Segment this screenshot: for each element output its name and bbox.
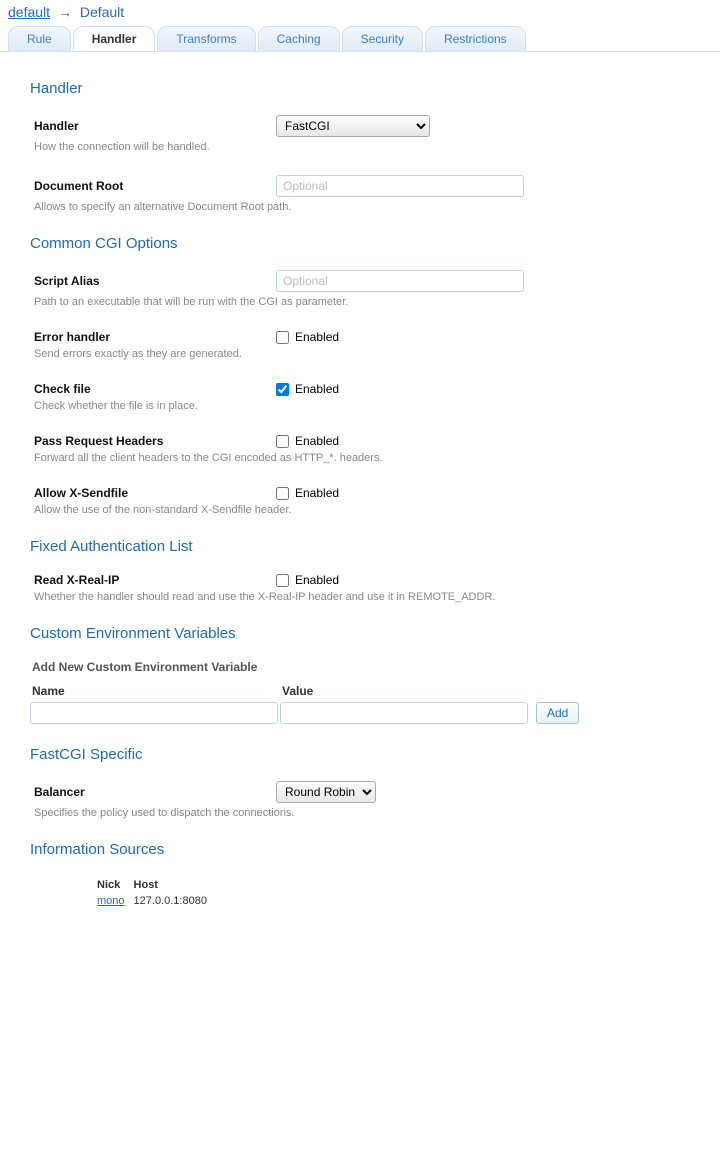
errorhandler-label: Error handler (30, 330, 276, 344)
scriptalias-label: Script Alias (30, 274, 276, 288)
xrealip-label: Read X-Real-IP (30, 573, 276, 587)
tab-caching[interactable]: Caching (258, 26, 340, 51)
tab-transforms[interactable]: Transforms (157, 26, 255, 51)
host-header: Host (133, 878, 213, 892)
docroot-help: Allows to specify an alternative Documen… (30, 201, 706, 213)
xsend-label: Allow X-Sendfile (30, 486, 276, 500)
checkfile-checkbox[interactable] (276, 383, 289, 396)
nick-header: Nick (96, 878, 131, 892)
breadcrumb: default → Default (0, 0, 720, 24)
errorhandler-checkbox[interactable] (276, 331, 289, 344)
section-env-title: Custom Environment Variables (30, 625, 706, 642)
section-fcgi-title: FastCGI Specific (30, 746, 706, 763)
errorhandler-enabled-label: Enabled (295, 330, 339, 344)
table-header-row: Nick Host (96, 878, 213, 892)
passreq-label: Pass Request Headers (30, 434, 276, 448)
env-value-header: Value (280, 684, 528, 698)
passreq-help: Forward all the client headers to the CG… (30, 452, 706, 464)
table-row: mono 127.0.0.1:8080 (96, 894, 213, 908)
handler-select[interactable]: FastCGI (276, 115, 430, 137)
info-nick-link[interactable]: mono (97, 895, 125, 907)
docroot-label: Document Root (30, 179, 276, 193)
section-auth-title: Fixed Authentication List (30, 538, 706, 555)
xrealip-help: Whether the handler should read and use … (30, 591, 706, 603)
section-handler-title: Handler (30, 80, 706, 97)
info-sources-table: Nick Host mono 127.0.0.1:8080 (94, 876, 215, 910)
env-add-button[interactable]: Add (536, 702, 579, 724)
docroot-input[interactable] (276, 175, 524, 197)
env-name-header: Name (30, 684, 278, 698)
scriptalias-input[interactable] (276, 270, 524, 292)
balancer-select[interactable]: Round Robin (276, 781, 376, 803)
breadcrumb-arrow: → (58, 4, 72, 20)
section-cgi-title: Common CGI Options (30, 235, 706, 252)
tab-bar: Rule Handler Transforms Caching Security… (0, 24, 720, 52)
xsend-checkbox[interactable] (276, 487, 289, 500)
tab-security[interactable]: Security (342, 26, 423, 51)
env-name-input[interactable] (30, 702, 278, 724)
scriptalias-help: Path to an executable that will be run w… (30, 296, 706, 308)
checkfile-label: Check file (30, 382, 276, 396)
xrealip-enabled-label: Enabled (295, 573, 339, 587)
info-host-value: 127.0.0.1:8080 (133, 894, 213, 908)
tab-rule[interactable]: Rule (8, 26, 71, 51)
balancer-help: Specifies the policy used to dispatch th… (30, 807, 706, 819)
tab-restrictions[interactable]: Restrictions (425, 26, 526, 51)
section-info-title: Information Sources (30, 841, 706, 858)
handler-label: Handler (30, 119, 276, 133)
checkfile-enabled-label: Enabled (295, 382, 339, 396)
xsend-help: Allow the use of the non-standard X-Send… (30, 504, 706, 516)
breadcrumb-to: Default (80, 4, 124, 20)
xrealip-checkbox[interactable] (276, 574, 289, 587)
passreq-enabled-label: Enabled (295, 434, 339, 448)
errorhandler-help: Send errors exactly as they are generate… (30, 348, 706, 360)
env-add-title: Add New Custom Environment Variable (30, 660, 706, 674)
env-value-input[interactable] (280, 702, 528, 724)
passreq-checkbox[interactable] (276, 435, 289, 448)
breadcrumb-from[interactable]: default (8, 4, 50, 20)
tab-handler[interactable]: Handler (73, 26, 156, 51)
balancer-label: Balancer (30, 785, 276, 799)
checkfile-help: Check whether the file is in place. (30, 400, 706, 412)
handler-help: How the connection will be handled. (30, 141, 706, 153)
xsend-enabled-label: Enabled (295, 486, 339, 500)
